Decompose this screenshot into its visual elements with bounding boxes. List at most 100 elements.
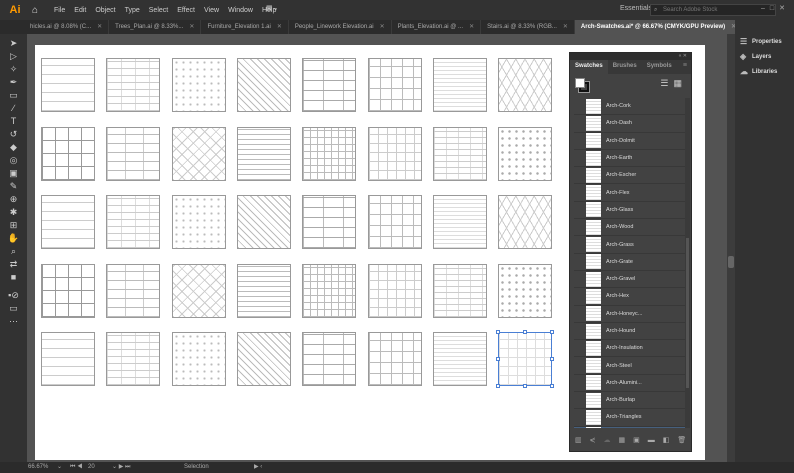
pattern-swatch-tile[interactable] (498, 126, 553, 181)
pattern-swatch-tile[interactable] (302, 126, 357, 181)
pattern-swatch-tile[interactable] (236, 195, 291, 249)
pattern-swatch-tile[interactable] (41, 58, 95, 112)
status-menu-icon[interactable]: ▶ ‹ (254, 462, 262, 473)
document-tab[interactable]: People_Linework Elevation.ai ✕ (289, 20, 392, 34)
close-tab-icon[interactable]: ✕ (97, 24, 102, 30)
pattern-swatch-tile[interactable] (302, 58, 357, 112)
pattern-swatch-tile[interactable] (41, 332, 95, 386)
cloud-icon[interactable]: ☁ (604, 436, 611, 444)
pattern-swatch-tile[interactable] (432, 126, 487, 181)
pattern-swatch-tile[interactable] (496, 330, 555, 388)
pattern-swatch-tile[interactable] (106, 263, 161, 318)
artboard-number[interactable]: 20 (88, 462, 95, 473)
document-tab[interactable]: Trees_Plan.ai @ 8.33%... ✕ (109, 20, 202, 34)
pattern-swatch-tile[interactable] (302, 195, 357, 249)
warp-tool-icon[interactable]: ◎ (5, 154, 23, 167)
swatch-list-item[interactable]: Arch-Honeyc... (574, 306, 686, 323)
shape-builder-icon[interactable]: ⊕ (5, 193, 23, 206)
tab-symbols[interactable]: Symbols (642, 60, 677, 74)
pattern-swatch-tile[interactable] (498, 195, 553, 249)
screen-mode-icon[interactable]: ▭ (5, 302, 23, 315)
pattern-swatch-tile[interactable] (171, 58, 226, 112)
menu-window[interactable]: Window (228, 7, 253, 14)
close-tab-icon[interactable]: ✕ (563, 24, 568, 30)
selection-tool-icon[interactable]: ➤ (5, 37, 23, 50)
fill-swatch[interactable] (575, 78, 585, 88)
arrange-documents-icon[interactable]: ▦⌄ (266, 4, 278, 12)
close-tab-icon[interactable]: ✕ (380, 24, 385, 30)
selection-handle[interactable] (523, 384, 528, 388)
pattern-swatch-tile[interactable] (236, 263, 291, 318)
selection-handle[interactable] (496, 384, 501, 388)
pattern-swatch-tile[interactable] (106, 58, 161, 112)
swatch-list-item[interactable]: Arch-Burlap (574, 392, 686, 410)
pattern-swatch-tile[interactable] (367, 332, 422, 386)
close-tab-icon[interactable]: ✕ (189, 24, 194, 30)
pattern-swatch-tile[interactable] (41, 263, 95, 318)
swatch-libraries-icon[interactable]: ▥ (575, 436, 582, 444)
eraser-tool-icon[interactable]: ◆ (5, 141, 23, 154)
menu-file[interactable]: File (54, 7, 65, 14)
dock-layers[interactable]: ◈ Layers (735, 49, 794, 64)
pattern-swatch-tile[interactable] (171, 263, 226, 318)
brush-tool-icon[interactable]: ∕ (5, 102, 23, 115)
eyedropper-tool-icon[interactable]: ✎ (5, 180, 23, 193)
swatch-list-item[interactable]: Arch-Escher (574, 167, 686, 185)
hand-tool-icon[interactable]: ✋ (5, 232, 23, 245)
close-tab-icon[interactable]: ✕ (469, 24, 474, 30)
fill-stroke-icon[interactable]: ■ (5, 271, 23, 289)
pattern-swatch-tile[interactable] (106, 332, 161, 386)
zoom-level[interactable]: 66.67% (28, 462, 48, 473)
tab-brushes[interactable]: Brushes (608, 60, 642, 74)
pattern-swatch-tile[interactable] (236, 58, 291, 112)
pattern-swatch-tile[interactable] (106, 126, 161, 181)
pattern-swatch-tile[interactable] (236, 332, 291, 386)
swatch-list-item[interactable]: Arch-Glass (574, 202, 686, 220)
pattern-swatch-tile[interactable] (367, 58, 422, 112)
pattern-swatch-tile[interactable] (171, 195, 226, 249)
direct-selection-tool-icon[interactable]: ▷ (5, 50, 23, 63)
symbol-sprayer-icon[interactable]: ✱ (5, 206, 23, 219)
pattern-swatch-tile[interactable] (106, 195, 161, 249)
pattern-swatch-tile[interactable] (171, 126, 226, 181)
swatch-list-item[interactable]: Arch-Wood (574, 219, 686, 237)
pattern-swatch-tile[interactable] (41, 126, 95, 181)
document-tab[interactable]: Stairs.ai @ 8.33% (RGB... ✕ (481, 20, 575, 34)
pattern-swatch-tile[interactable] (432, 195, 487, 249)
swatch-list-item[interactable]: Arch-Dash (574, 115, 686, 133)
panel-menu-icon[interactable]: ≡ (679, 60, 691, 74)
selection-handle[interactable] (550, 357, 555, 361)
new-group-icon[interactable]: ▬ (648, 437, 655, 444)
menu-type[interactable]: Type (125, 7, 140, 14)
menu-effect[interactable]: Effect (177, 7, 195, 14)
rectangle-tool-icon[interactable]: ▭ (5, 89, 23, 102)
artboard-dropdown-icon[interactable]: ⌄ ▶ ⏭ (112, 462, 130, 473)
document-tab[interactable]: Furniture_Elevation 1.ai ✕ (201, 20, 289, 34)
swatch-list-item[interactable]: Arch-Earth (574, 150, 686, 168)
pattern-swatch-tile[interactable] (432, 58, 487, 112)
panel-collapse-close[interactable]: « ✕ (570, 53, 691, 60)
pattern-swatch-tile[interactable] (41, 195, 95, 249)
stock-search-input[interactable]: Search Adobe Stock (650, 4, 776, 16)
window-controls[interactable]: –□✕ (761, 4, 790, 12)
more-tools-icon[interactable]: ⋯ (5, 315, 23, 328)
vertical-scrollbar[interactable] (727, 34, 735, 462)
first-artboard-icon[interactable]: ⏮ ◀ (70, 462, 82, 473)
artboard-tool-icon[interactable]: ⊞ (5, 219, 23, 232)
pattern-swatch-tile[interactable] (367, 126, 422, 181)
pattern-swatch-tile[interactable] (498, 263, 553, 318)
home-icon[interactable]: ⌂ (26, 5, 44, 16)
swatch-list-item[interactable]: Arch-Steel (574, 357, 686, 375)
pattern-swatch-tile[interactable] (367, 263, 422, 318)
swatch-list-item[interactable]: Arch-Hound (574, 323, 686, 341)
swatch-list-item[interactable]: Arch-Grate (574, 254, 686, 271)
grid-view-icon[interactable]: ▦ (673, 78, 687, 88)
color-mode-icon[interactable]: ▪⊘ (5, 289, 23, 302)
swatch-list-item[interactable]: Arch-Zig Zag (574, 426, 686, 428)
list-view-icon[interactable]: ☰ (660, 78, 673, 88)
swatch-list-item[interactable]: Arch-Grass (574, 236, 686, 254)
delete-swatch-icon[interactable]: 🗑 (677, 436, 686, 444)
panel-scrollbar[interactable] (685, 98, 690, 428)
dock-libraries[interactable]: ☁ Libraries (735, 64, 794, 79)
swatch-list-item[interactable]: Arch-Flex (574, 184, 686, 202)
